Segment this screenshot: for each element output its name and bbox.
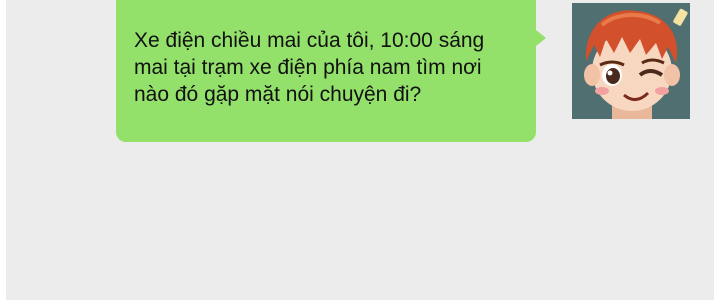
bubble-tail [536, 30, 546, 46]
chat-panel: Xe điện chiều mai của tôi, 10:00 sáng ma… [6, 0, 714, 300]
message-text: Xe điện chiều mai của tôi, 10:00 sáng ma… [134, 29, 485, 106]
message-bubble[interactable]: Xe điện chiều mai của tôi, 10:00 sáng ma… [116, 0, 536, 142]
winking-boy-avatar-icon [572, 3, 690, 119]
avatar[interactable] [572, 3, 690, 119]
